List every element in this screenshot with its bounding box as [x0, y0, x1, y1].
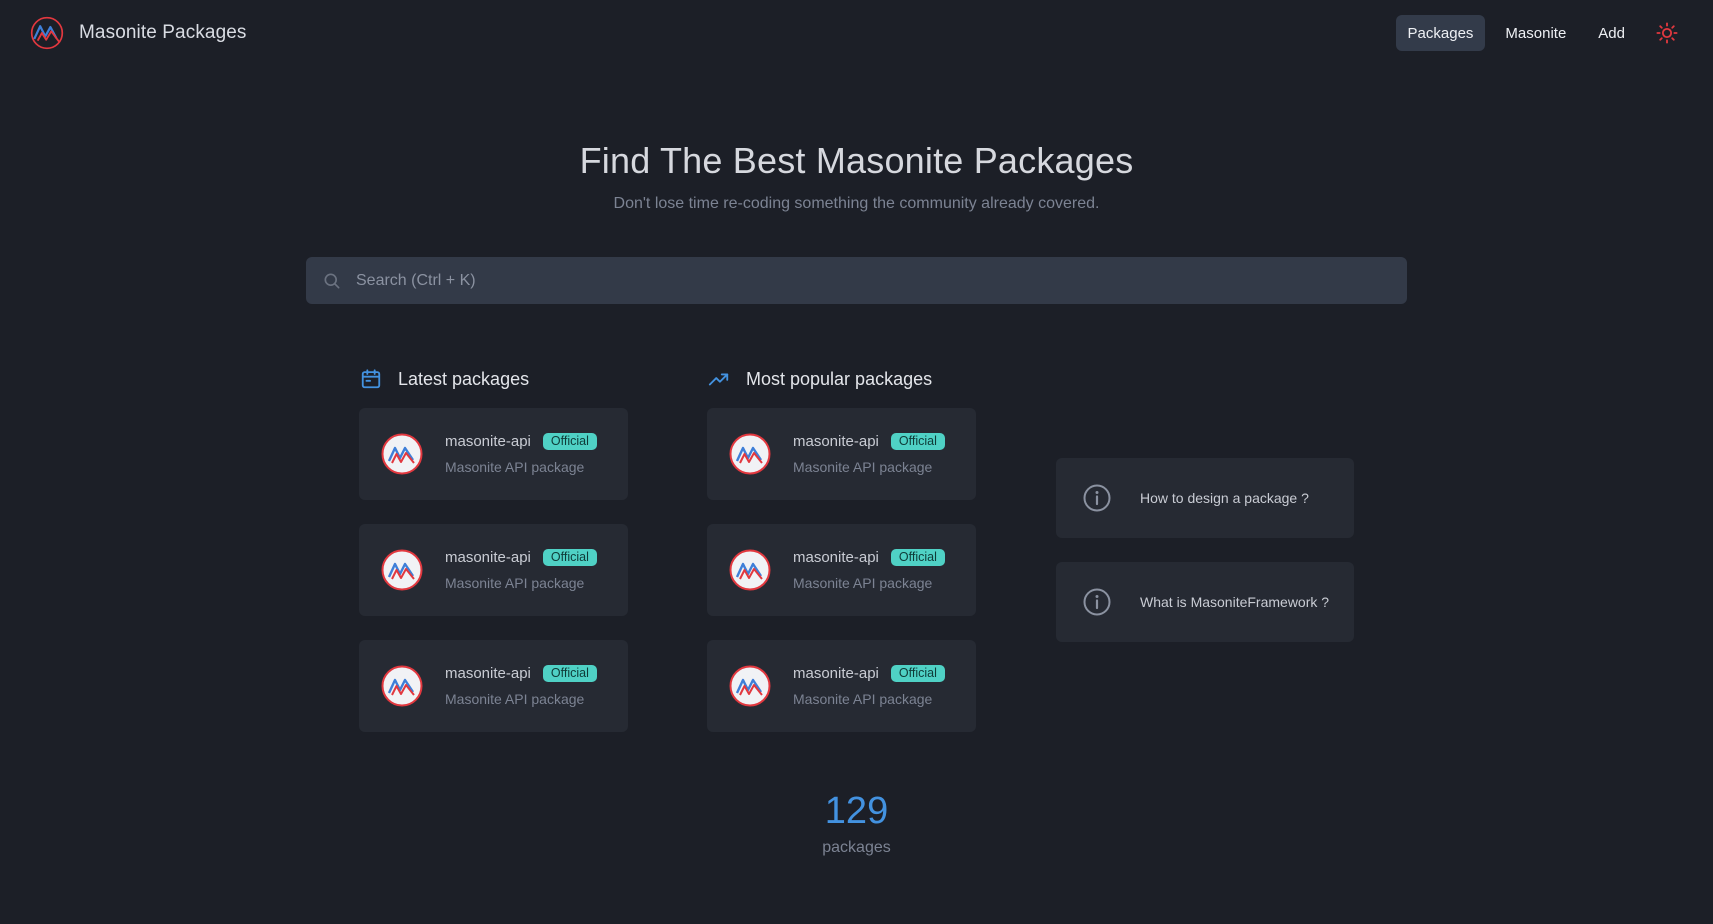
package-logo-icon	[381, 433, 423, 475]
nav-packages[interactable]: Packages	[1395, 15, 1486, 51]
package-card[interactable]: masonite-api Official Masonite API packa…	[707, 640, 976, 732]
theme-toggle-button[interactable]	[1649, 15, 1685, 51]
package-card[interactable]: masonite-api Official Masonite API packa…	[359, 408, 628, 500]
package-logo-icon	[729, 549, 771, 591]
package-card[interactable]: masonite-api Official Masonite API packa…	[707, 524, 976, 616]
trending-up-icon	[708, 373, 729, 386]
latest-packages-list: masonite-api Official Masonite API packa…	[359, 408, 628, 756]
package-description: Masonite API package	[793, 459, 933, 475]
package-description: Masonite API package	[445, 575, 585, 591]
info-link-what-is-masonite[interactable]: What is MasoniteFramework ?	[1056, 562, 1354, 642]
top-navbar: Masonite Packages Packages Masonite Add	[0, 0, 1713, 66]
page-title: Find The Best Masonite Packages	[579, 140, 1134, 181]
official-badge: Official	[890, 665, 945, 682]
info-link-label: How to design a package ?	[1140, 490, 1309, 506]
package-description: Masonite API package	[445, 691, 585, 707]
package-count: 129	[824, 790, 889, 832]
package-name: masonite-api	[793, 549, 879, 566]
search-icon	[324, 273, 340, 288]
latest-packages-heading: Latest packages	[360, 368, 529, 390]
package-name: masonite-api	[445, 433, 531, 450]
package-description: Masonite API package	[445, 459, 585, 475]
package-description: Masonite API package	[793, 575, 933, 591]
package-card[interactable]: masonite-api Official Masonite API packa…	[359, 524, 628, 616]
package-logo-icon	[729, 665, 771, 707]
main-nav: Packages Masonite Add	[1395, 15, 1685, 51]
nav-add[interactable]: Add	[1586, 15, 1637, 51]
package-description: Masonite API package	[793, 691, 933, 707]
package-name: masonite-api	[793, 433, 879, 450]
brand[interactable]: Masonite Packages	[30, 16, 247, 50]
official-badge: Official	[890, 549, 945, 566]
package-name: masonite-api	[793, 665, 879, 682]
package-card[interactable]: masonite-api Official Masonite API packa…	[707, 408, 976, 500]
package-logo-icon	[381, 665, 423, 707]
package-name: masonite-api	[445, 665, 531, 682]
sun-icon	[1656, 22, 1678, 44]
latest-packages-title: Latest packages	[398, 368, 530, 389]
official-badge: Official	[890, 433, 945, 450]
official-badge: Official	[542, 433, 597, 450]
masonite-logo-icon	[30, 16, 64, 50]
official-badge: Official	[542, 665, 597, 682]
info-icon	[1083, 484, 1111, 512]
info-link-design-package[interactable]: How to design a package ?	[1056, 458, 1354, 538]
popular-packages-title: Most popular packages	[746, 368, 933, 389]
package-name: masonite-api	[445, 549, 531, 566]
package-logo-icon	[729, 433, 771, 475]
package-card[interactable]: masonite-api Official Masonite API packa…	[359, 640, 628, 732]
popular-packages-list: masonite-api Official Masonite API packa…	[707, 408, 976, 756]
nav-masonite[interactable]: Masonite	[1493, 15, 1578, 51]
info-link-label: What is MasoniteFramework ?	[1140, 594, 1330, 610]
calendar-icon	[361, 369, 381, 389]
package-count-label: packages	[822, 839, 891, 856]
info-icon	[1083, 588, 1111, 616]
search-input[interactable]	[356, 271, 1391, 290]
brand-title: Masonite Packages	[79, 22, 247, 43]
page-subtitle: Don't lose time re-coding something the …	[613, 195, 1100, 212]
search-bar[interactable]	[306, 257, 1407, 304]
popular-packages-heading: Most popular packages	[708, 368, 932, 390]
official-badge: Official	[542, 549, 597, 566]
package-logo-icon	[381, 549, 423, 591]
